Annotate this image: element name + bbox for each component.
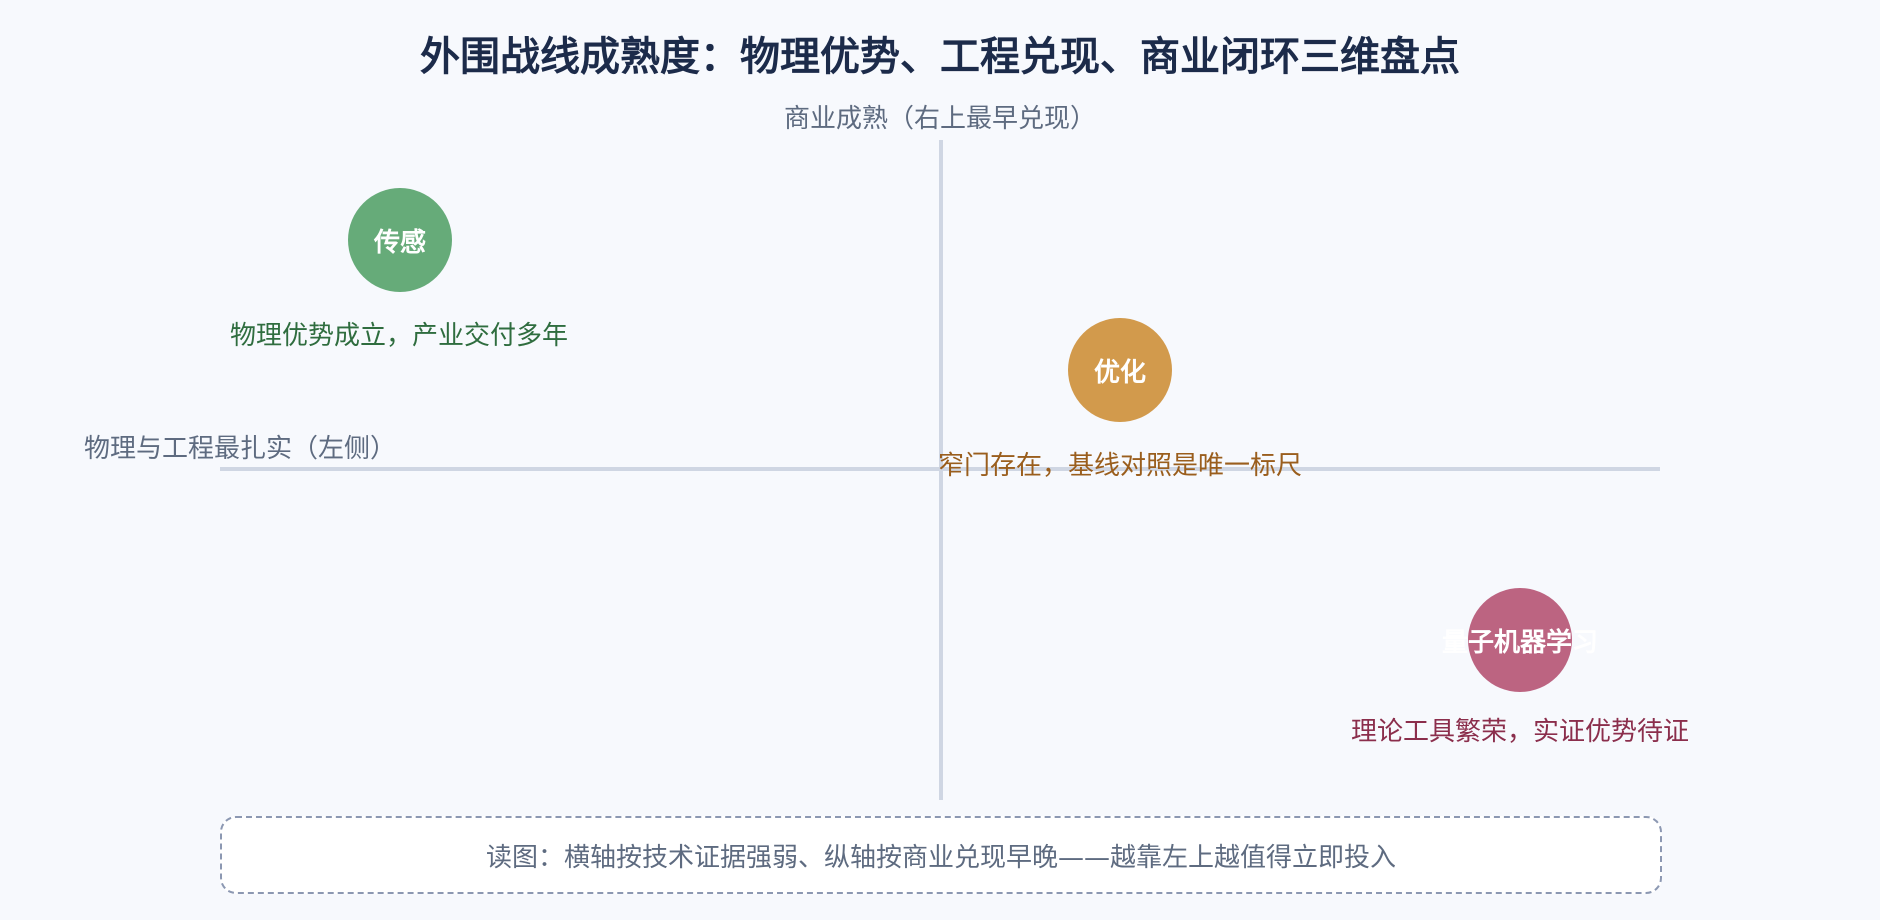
note-sensing: 物理优势成立，产业交付多年	[230, 321, 569, 351]
bubble-quantum-ml: 量子机器学习	[1442, 588, 1598, 692]
bubble-optimization: 优化	[1068, 318, 1172, 422]
reading-note-box: 读图：横轴按技术证据强弱、纵轴按商业兑现早晚——越靠左上越值得立即投入	[220, 816, 1662, 894]
note-quantum-ml: 理论工具繁荣，实证优势待证	[1351, 717, 1690, 747]
vertical-axis-label: 商业成熟（右上最早兑现）	[783, 104, 1096, 134]
reading-note-text: 读图：横轴按技术证据强弱、纵轴按商业兑现早晚——越靠左上越值得立即投入	[485, 842, 1396, 873]
note-optimization: 窄门存在，基线对照是唯一标尺	[938, 451, 1303, 481]
maturity-quadrant-diagram: 外围战线成熟度：物理优势、工程兑现、商业闭环三维盘点 商业成熟（右上最早兑现） …	[0, 0, 1880, 920]
diagram-title: 外围战线成熟度：物理优势、工程兑现、商业闭环三维盘点	[420, 34, 1460, 80]
horizontal-axis-label: 物理与工程最扎实（左侧）	[84, 434, 397, 464]
bubble-sensing: 传感	[348, 188, 452, 292]
